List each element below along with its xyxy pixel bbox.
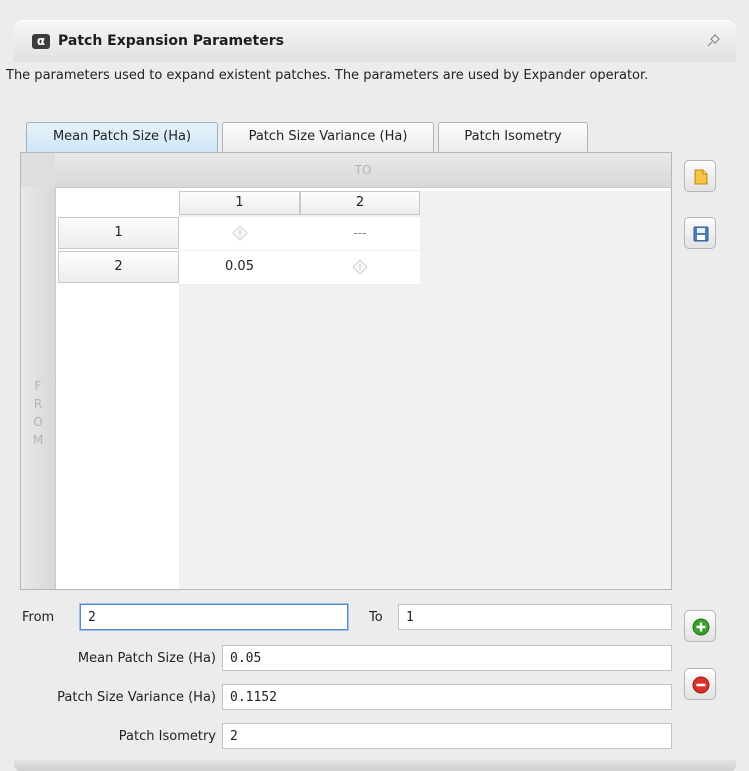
plus-circle-icon <box>692 618 710 636</box>
from-axis-bar: F R O M <box>21 187 56 589</box>
patch-size-variance-field[interactable] <box>222 684 672 710</box>
transition-matrix: TO F R O M 1 2 1 2 --- 0.05 <box>20 152 672 590</box>
matrix-cell[interactable]: 0.05 <box>179 251 300 285</box>
mean-patch-size-field[interactable] <box>222 645 672 671</box>
from-label: From <box>22 610 55 625</box>
from-field[interactable] <box>80 604 348 630</box>
from-letter: M <box>32 433 44 447</box>
panel-description: The parameters used to expand existent p… <box>6 68 649 83</box>
to-field[interactable] <box>398 604 672 630</box>
tab-patch-isometry[interactable]: Patch Isometry <box>438 122 588 152</box>
from-letter: R <box>33 397 43 411</box>
alpha-icon: α <box>32 34 50 49</box>
folder-open-icon <box>694 169 708 185</box>
warning-diamond-icon <box>231 225 248 241</box>
from-axis-label: F R O M <box>21 377 55 449</box>
mean-patch-size-label: Mean Patch Size (Ha) <box>77 651 216 666</box>
tab-patch-size-variance[interactable]: Patch Size Variance (Ha) <box>222 122 434 152</box>
patch-expansion-panel: α Patch Expansion Parameters The paramet… <box>0 0 749 771</box>
panel-bottom-edge <box>14 760 736 771</box>
warning-diamond-icon <box>352 259 368 275</box>
matrix-corner <box>21 153 56 188</box>
patch-size-variance-label: Patch Size Variance (Ha) <box>57 690 216 705</box>
to-label: To <box>369 610 383 625</box>
from-letter: F <box>34 379 42 393</box>
remove-button[interactable] <box>684 668 716 700</box>
patch-isometry-field[interactable] <box>222 723 672 749</box>
column-header[interactable]: 1 <box>179 191 300 215</box>
to-axis-label: TO <box>55 153 671 188</box>
row-header[interactable]: 2 <box>58 251 179 283</box>
save-button[interactable] <box>684 217 716 249</box>
floppy-save-icon <box>693 226 709 242</box>
matrix-cell[interactable]: --- <box>300 217 420 251</box>
matrix-cell[interactable] <box>179 217 300 251</box>
matrix-cell[interactable] <box>300 251 420 285</box>
matrix-grid: 1 2 1 2 --- 0.05 <box>58 191 671 589</box>
patch-isometry-label: Patch Isometry <box>118 729 216 744</box>
pin-icon[interactable] <box>706 34 720 48</box>
column-header[interactable]: 2 <box>300 191 420 215</box>
from-letter: O <box>33 415 43 429</box>
minus-circle-icon <box>692 676 710 694</box>
add-button[interactable] <box>684 610 716 642</box>
panel-header: α Patch Expansion Parameters <box>14 20 736 62</box>
tab-mean-patch-size[interactable]: Mean Patch Size (Ha) <box>26 122 218 152</box>
open-button[interactable] <box>684 160 716 192</box>
panel-title: Patch Expansion Parameters <box>58 33 284 49</box>
row-header[interactable]: 1 <box>58 217 179 249</box>
